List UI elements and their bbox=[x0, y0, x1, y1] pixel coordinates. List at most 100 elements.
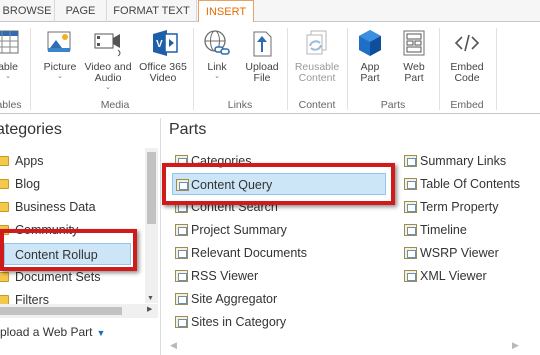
video-audio-icon bbox=[92, 28, 124, 58]
upload-web-part-label: pload a Web Part bbox=[0, 325, 93, 339]
group-label-embed: Embed bbox=[450, 99, 484, 111]
part-label: WSRP Viewer bbox=[420, 246, 499, 260]
group-separator bbox=[193, 28, 194, 110]
link-button-label: Link bbox=[207, 61, 227, 73]
app-part-label-line2: Part bbox=[360, 72, 380, 84]
picture-button[interactable]: Picture ⌄ bbox=[40, 28, 80, 81]
chevron-down-icon: ▼ bbox=[96, 328, 106, 338]
chevron-down-icon: ⌄ bbox=[5, 73, 11, 80]
categories-list: Apps Blog Business Data Community Conten… bbox=[0, 148, 146, 308]
highlight-box-part bbox=[162, 163, 395, 205]
upload-web-part-link[interactable]: pload a Web Part ▼ bbox=[0, 325, 105, 339]
part-label: Term Property bbox=[420, 200, 499, 214]
folder-icon bbox=[0, 156, 9, 166]
table-button[interactable]: able ⌄ bbox=[0, 28, 26, 81]
reusable-content-button[interactable]: Reusable Content bbox=[290, 28, 344, 84]
categories-horizontal-scrollbar[interactable]: ▶ bbox=[0, 304, 158, 318]
part-summary-links[interactable]: Summary Links bbox=[404, 150, 506, 172]
group-separator bbox=[439, 28, 440, 110]
chevron-down-icon: ⌄ bbox=[214, 73, 220, 80]
web-part-icon bbox=[175, 293, 188, 305]
web-part-icon bbox=[404, 270, 417, 282]
scroll-right-icon[interactable]: ▶ bbox=[147, 305, 152, 313]
part-rss-viewer[interactable]: RSS Viewer bbox=[175, 265, 258, 287]
part-project-summary[interactable]: Project Summary bbox=[175, 219, 287, 241]
part-label: Summary Links bbox=[420, 154, 507, 168]
part-label: XML Viewer bbox=[420, 269, 487, 283]
category-business-data[interactable]: Business Data bbox=[0, 196, 146, 218]
group-label-media: Media bbox=[100, 99, 130, 111]
part-site-aggregator[interactable]: Site Aggregator bbox=[175, 288, 277, 310]
reusable-content-icon bbox=[301, 28, 333, 58]
web-part-icon bbox=[404, 178, 417, 190]
office365-video-button[interactable]: V Office 365 Video bbox=[137, 28, 189, 84]
category-apps[interactable]: Apps bbox=[0, 150, 146, 172]
tab-format-text[interactable]: FORMAT TEXT bbox=[107, 0, 197, 22]
svg-text:V: V bbox=[156, 39, 163, 50]
scroll-left-icon[interactable]: ◀ bbox=[170, 340, 177, 351]
tab-browse[interactable]: BROWSE bbox=[0, 0, 55, 22]
scroll-right-icon[interactable]: ▶ bbox=[512, 340, 519, 351]
panel-divider bbox=[160, 118, 161, 355]
highlight-box-category bbox=[0, 229, 137, 271]
tab-page[interactable]: PAGE bbox=[55, 0, 107, 22]
web-part-icon bbox=[404, 247, 417, 259]
embed-code-button[interactable]: Embed Code bbox=[446, 28, 488, 84]
upload-file-label-line2: File bbox=[253, 72, 271, 84]
app-part-icon bbox=[354, 28, 386, 58]
office365-video-icon: V bbox=[147, 28, 179, 58]
group-separator bbox=[347, 28, 348, 110]
group-label-content: Content bbox=[298, 99, 336, 111]
group-label-tables: ables bbox=[0, 99, 22, 111]
categories-vertical-scrollbar[interactable]: ▼ bbox=[145, 148, 158, 303]
part-timeline[interactable]: Timeline bbox=[404, 219, 467, 241]
embed-code-icon bbox=[451, 28, 483, 58]
category-blog[interactable]: Blog bbox=[0, 173, 146, 195]
part-xml-viewer[interactable]: XML Viewer bbox=[404, 265, 487, 287]
group-separator bbox=[287, 28, 288, 110]
folder-icon bbox=[0, 202, 9, 212]
categories-heading: ategories bbox=[0, 121, 62, 138]
group-separator bbox=[30, 28, 31, 110]
upload-file-button[interactable]: Upload File bbox=[240, 28, 284, 84]
link-button[interactable]: Link ⌄ bbox=[198, 28, 236, 81]
group-label-parts: Parts bbox=[380, 99, 406, 111]
web-part-icon bbox=[175, 270, 188, 282]
part-label: Sites in Category bbox=[191, 315, 287, 329]
web-part-label-line2: Part bbox=[404, 72, 424, 84]
part-sites-in-category[interactable]: Sites in Category bbox=[175, 311, 286, 333]
part-relevant-documents[interactable]: Relevant Documents bbox=[175, 242, 307, 264]
link-icon bbox=[201, 28, 233, 58]
group-separator bbox=[496, 28, 497, 110]
table-button-label: able bbox=[0, 61, 18, 73]
group-label-links: Links bbox=[227, 99, 253, 111]
web-part-icon bbox=[175, 316, 188, 328]
tab-insert[interactable]: INSERT bbox=[198, 0, 254, 23]
part-label: Timeline bbox=[420, 223, 467, 237]
picture-button-label: Picture bbox=[43, 61, 77, 73]
chevron-down-icon: ⌄ bbox=[105, 84, 111, 91]
web-part-icon bbox=[398, 28, 430, 58]
parts-heading: Parts bbox=[169, 121, 207, 138]
part-wsrp-viewer[interactable]: WSRP Viewer bbox=[404, 242, 499, 264]
upload-file-icon bbox=[246, 28, 278, 58]
scrollbar-thumb[interactable] bbox=[0, 307, 122, 315]
web-part-icon bbox=[404, 201, 417, 213]
office365-label-line2: Video bbox=[149, 72, 177, 84]
ribbon-tab-bar: BROWSE PAGE FORMAT TEXT INSERT bbox=[0, 0, 540, 23]
reusable-label-line2: Content bbox=[298, 72, 336, 84]
part-term-property[interactable]: Term Property bbox=[404, 196, 499, 218]
category-label: Apps bbox=[15, 154, 44, 168]
web-part-button[interactable]: Web Part bbox=[396, 28, 432, 84]
web-part-icon bbox=[175, 247, 188, 259]
part-label: Relevant Documents bbox=[191, 246, 308, 260]
scrollbar-thumb[interactable] bbox=[147, 152, 156, 224]
scroll-down-icon[interactable]: ▼ bbox=[147, 295, 154, 302]
part-table-of-contents[interactable]: Table Of Contents bbox=[404, 173, 520, 195]
category-label: Blog bbox=[15, 177, 41, 191]
app-part-button[interactable]: App Part bbox=[352, 28, 388, 84]
ribbon: able ⌄ ables Picture ⌄ Video a bbox=[0, 22, 540, 114]
table-icon bbox=[0, 28, 24, 58]
picture-icon bbox=[44, 28, 76, 58]
video-audio-button[interactable]: Video and Audio ⌄ bbox=[83, 28, 133, 92]
